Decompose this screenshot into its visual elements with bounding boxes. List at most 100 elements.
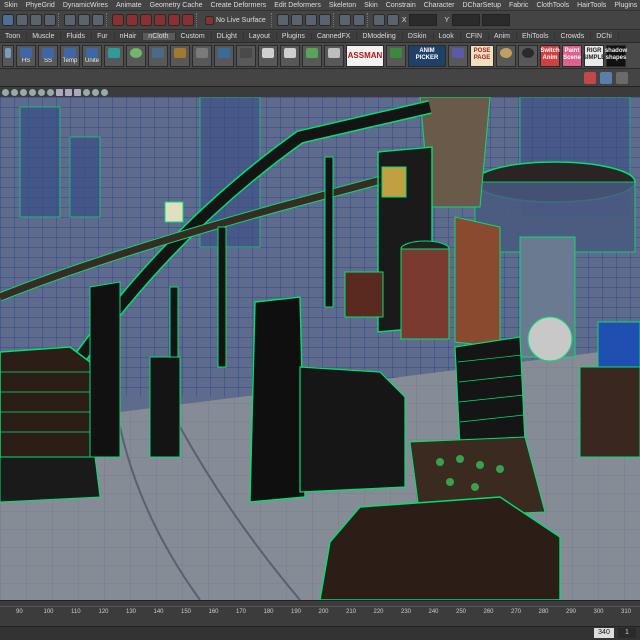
menu-item[interactable]: DynamicWires bbox=[59, 2, 112, 9]
menu-item[interactable]: Skin bbox=[360, 2, 382, 9]
menu-item[interactable]: Animate bbox=[112, 2, 146, 9]
time-slider[interactable]: 90 100 110 120 130 140 150 160 170 180 190 200 210 22… bbox=[0, 600, 640, 626]
menu-item[interactable]: Edit Deformers bbox=[270, 2, 325, 9]
picker-tool-button[interactable] bbox=[448, 44, 468, 67]
menu-item[interactable]: ClothTools bbox=[532, 2, 573, 9]
menu-item[interactable]: Character bbox=[420, 2, 459, 9]
film-gate-icon[interactable] bbox=[101, 88, 108, 96]
resolution-gate-icon[interactable] bbox=[92, 88, 99, 96]
move-tool-button[interactable] bbox=[214, 44, 234, 67]
character-tool-button[interactable] bbox=[170, 44, 190, 67]
hypershade-icon[interactable] bbox=[338, 14, 351, 26]
menu-item[interactable]: Fabric bbox=[505, 2, 532, 9]
shadow-shapes-button[interactable]: shadow shapes bbox=[605, 44, 627, 67]
menu-item[interactable]: Constrain bbox=[382, 2, 420, 9]
doc2-tool-button[interactable] bbox=[280, 44, 300, 67]
four-pane-icon[interactable] bbox=[616, 72, 628, 84]
menu-item[interactable]: Geometry Cache bbox=[146, 2, 207, 9]
pose-page-button[interactable]: POSE PAGE bbox=[470, 44, 494, 67]
render-frame-icon[interactable] bbox=[290, 14, 303, 26]
snap-live-icon[interactable] bbox=[168, 14, 180, 26]
assman-button[interactable]: ASSMAN bbox=[346, 44, 384, 67]
select-object-icon[interactable] bbox=[78, 14, 90, 26]
menu-item[interactable]: Plugins bbox=[610, 2, 640, 9]
cube-tool-button[interactable] bbox=[148, 44, 168, 67]
ipr-render-icon[interactable] bbox=[304, 14, 317, 26]
shelf-tab[interactable]: Crowds bbox=[555, 33, 592, 40]
switch-anim-button[interactable]: Switch Anim bbox=[540, 44, 560, 67]
viewport-3d[interactable] bbox=[0, 97, 640, 600]
menu-item[interactable]: Skin bbox=[0, 2, 22, 9]
layout-tool-icon[interactable] bbox=[584, 72, 596, 84]
shelf-tab[interactable]: nCloth bbox=[143, 33, 176, 40]
new-scene-icon[interactable] bbox=[16, 14, 28, 26]
unite-button[interactable]: Unite bbox=[82, 44, 102, 67]
shelf-tab[interactable]: DChi bbox=[591, 33, 619, 40]
dots-tool-button[interactable] bbox=[192, 44, 212, 67]
doc-tool-button[interactable] bbox=[258, 44, 278, 67]
shelf-options-button[interactable] bbox=[2, 44, 14, 67]
snap-magnet-icon[interactable] bbox=[182, 14, 194, 26]
menu-item[interactable]: PhyeGrid bbox=[22, 2, 59, 9]
save-scene-icon[interactable] bbox=[44, 14, 56, 26]
xray-icon[interactable] bbox=[65, 88, 72, 96]
shelf-tab[interactable]: DSkin bbox=[403, 33, 434, 40]
shelf-tab[interactable]: nHair bbox=[115, 33, 144, 40]
menu-item[interactable]: HairTools bbox=[573, 2, 610, 9]
menu-item[interactable]: Create Deformers bbox=[207, 2, 271, 9]
camera-icon[interactable] bbox=[2, 88, 9, 96]
textured-icon[interactable] bbox=[29, 88, 36, 96]
anim-picker-button[interactable]: ANIM PICKER bbox=[408, 44, 446, 67]
transform-mode-icon[interactable] bbox=[386, 14, 399, 26]
temp-button[interactable]: Temp bbox=[60, 44, 80, 67]
eye-tool-button[interactable] bbox=[518, 44, 538, 67]
list-tool-button[interactable] bbox=[324, 44, 344, 67]
range-end-field[interactable]: 1 bbox=[618, 628, 636, 638]
open-scene-icon[interactable] bbox=[30, 14, 42, 26]
snap-curve-icon[interactable] bbox=[126, 14, 138, 26]
select-hierarchy-icon[interactable] bbox=[64, 14, 76, 26]
transform-z-field[interactable] bbox=[482, 14, 511, 26]
ticket-tool-button[interactable] bbox=[386, 44, 406, 67]
grid-tool-button[interactable] bbox=[104, 44, 124, 67]
shelf-tab[interactable]: Fur bbox=[92, 33, 115, 40]
transform-y-field[interactable] bbox=[452, 14, 481, 26]
shelf-tab[interactable]: Custom bbox=[176, 33, 212, 40]
shelf-tab[interactable]: Toon bbox=[0, 33, 28, 40]
grid-toggle-icon[interactable] bbox=[56, 88, 63, 96]
paint-scene-button[interactable]: Paint Scene bbox=[562, 44, 582, 67]
history-icon[interactable] bbox=[276, 14, 289, 26]
spiral-tool-button[interactable] bbox=[126, 44, 146, 67]
snap-grid-icon[interactable] bbox=[112, 14, 124, 26]
snap-point-icon[interactable] bbox=[140, 14, 152, 26]
bird-tool-button[interactable] bbox=[236, 44, 256, 67]
face-tool-button[interactable] bbox=[496, 44, 516, 67]
shelf-tab[interactable]: CannedFX bbox=[312, 33, 358, 40]
menu-item[interactable]: Skeleton bbox=[325, 2, 360, 9]
rigr-simple-button[interactable]: RIGR SIMPLE bbox=[583, 44, 605, 67]
snap-plane-icon[interactable] bbox=[154, 14, 166, 26]
shelf-tab[interactable]: Layout bbox=[244, 33, 277, 40]
smooth-shade-icon[interactable] bbox=[20, 88, 27, 96]
current-frame-field[interactable]: 340 bbox=[594, 628, 614, 638]
shelf-tab[interactable]: Anim bbox=[489, 33, 517, 40]
live-surface-display[interactable]: No Live Surface bbox=[202, 14, 269, 26]
range-slider[interactable]: 340 1 bbox=[0, 626, 640, 640]
lights-icon[interactable] bbox=[38, 88, 45, 96]
select-component-icon[interactable] bbox=[92, 14, 104, 26]
ss-button[interactable]: SS bbox=[38, 44, 58, 67]
wireframe-icon[interactable] bbox=[11, 88, 18, 96]
shadows-icon[interactable] bbox=[47, 88, 54, 96]
input-field-mode-icon[interactable] bbox=[372, 14, 385, 26]
transform-x-field[interactable] bbox=[409, 14, 438, 26]
shelf-tab[interactable]: Fluids bbox=[61, 33, 93, 40]
render-settings-icon[interactable] bbox=[318, 14, 331, 26]
menu-item[interactable]: DCharSetup bbox=[458, 2, 505, 9]
single-pane-icon[interactable] bbox=[600, 72, 612, 84]
shelf-tab[interactable]: EhiTools bbox=[517, 33, 556, 40]
menu-set-icon[interactable] bbox=[2, 14, 14, 26]
hud-icon[interactable] bbox=[83, 88, 90, 96]
isolate-select-icon[interactable] bbox=[74, 88, 81, 96]
shelf-tab[interactable]: DLight bbox=[212, 33, 244, 40]
shelf-tab[interactable]: CFIN bbox=[461, 33, 490, 40]
